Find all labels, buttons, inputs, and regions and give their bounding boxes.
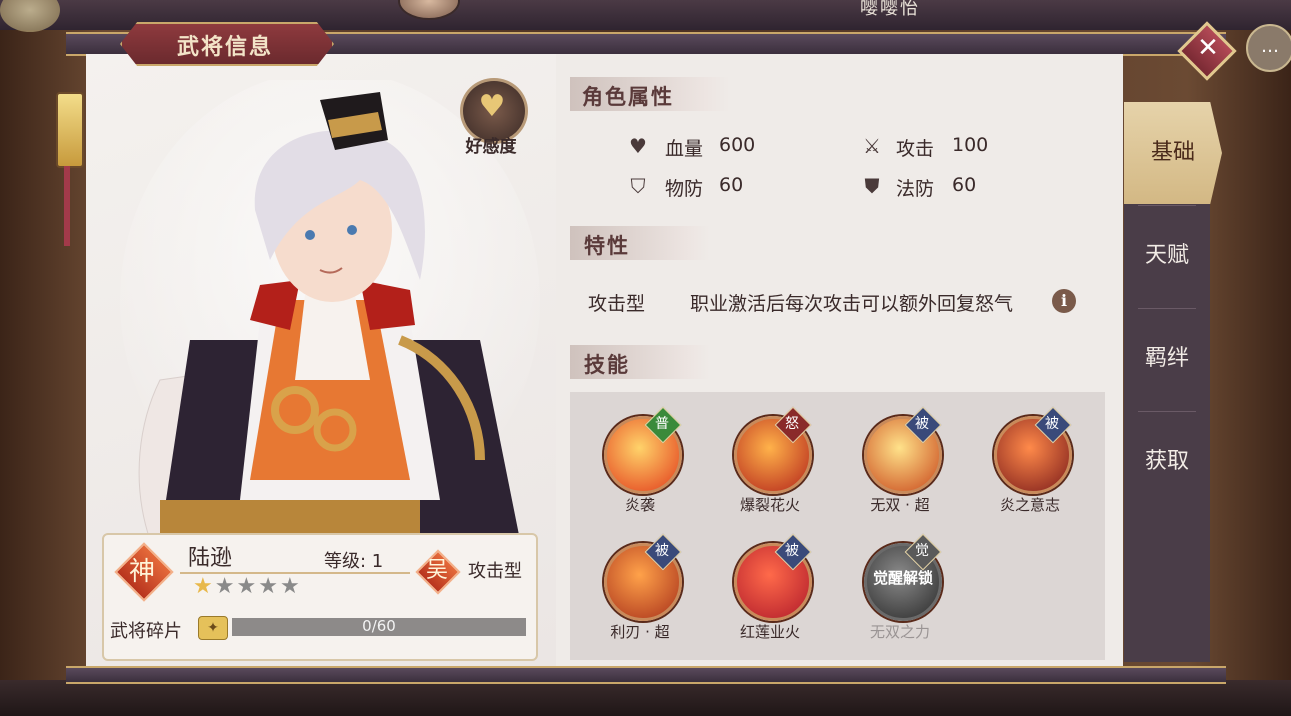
attr-value-mdef: 60 — [952, 174, 976, 196]
skill-type-text: 被 — [650, 540, 674, 560]
hero-level: 等级: 1 — [324, 547, 383, 573]
trait-name: 攻击型 — [588, 289, 645, 316]
attr-value-hp: 600 — [719, 134, 755, 156]
skill-item[interactable]: 被炎之意志 — [982, 416, 1078, 526]
skill-type-text: 被 — [1040, 413, 1064, 433]
skill-item[interactable]: 被红莲业火 — [722, 543, 818, 653]
star-empty-icon: ★ — [215, 574, 237, 599]
skill-item[interactable]: 被利刃 · 超 — [592, 543, 688, 653]
attributes-title: 角色属性 — [582, 81, 674, 111]
attr-label-hp: 血量 — [665, 134, 703, 161]
tab-divider — [1138, 411, 1196, 412]
star-filled-icon: ★ — [193, 574, 215, 599]
fragment-icon: ✦ — [198, 616, 228, 640]
bottom-strip — [0, 680, 1291, 716]
tab-0[interactable]: 基础 — [1124, 102, 1222, 204]
top-player-name: 嘤嘤怡 — [860, 0, 920, 20]
skill-name: 红莲业火 — [722, 621, 818, 642]
rank-char: 神 — [115, 551, 169, 588]
skill-name: 无双之力 — [852, 621, 948, 642]
hero-name: 陆逊 — [188, 540, 232, 572]
skill-type-text: 被 — [910, 413, 934, 433]
side-tabs: 基础天赋羁绊获取 — [1124, 102, 1210, 662]
skill-item[interactable]: 觉觉醒解锁无双之力 — [852, 543, 948, 653]
star-empty-icon: ★ — [280, 574, 302, 599]
favor-label: 好感度 — [452, 132, 530, 157]
skill-name: 无双 · 超 — [852, 494, 948, 515]
skill-type-text: 被 — [780, 540, 804, 560]
tab-3[interactable]: 获取 — [1124, 411, 1210, 513]
star-empty-icon: ★ — [258, 574, 280, 599]
star-rating: ★★★★★ — [193, 574, 302, 599]
hero-role-type: 攻击型 — [468, 557, 522, 583]
info-icon[interactable]: i — [1052, 289, 1076, 313]
skill-locked-overlay: 觉醒解锁 — [864, 567, 942, 588]
faction-char: 吴 — [410, 552, 464, 584]
shield-icon: ⛉ — [626, 174, 650, 198]
skill-item[interactable]: 怒爆裂花火 — [722, 416, 818, 526]
attr-label-pdef: 物防 — [665, 174, 703, 201]
attr-value-attack: 100 — [952, 134, 988, 156]
heart-icon: ♥ — [475, 90, 509, 124]
magic-shield-icon: ⛊ — [860, 174, 884, 198]
fragment-label: 武将碎片 — [110, 617, 182, 643]
skill-name: 炎袭 — [592, 494, 688, 515]
attr-label-attack: 攻击 — [896, 134, 934, 161]
skill-type-text: 普 — [650, 413, 674, 433]
tab-1[interactable]: 天赋 — [1124, 205, 1210, 307]
skills-grid: 普炎袭怒爆裂花火被无双 · 超被炎之意志被利刃 · 超被红莲业火觉觉醒解锁无双之… — [570, 392, 1105, 660]
tab-divider — [1138, 308, 1196, 309]
skill-item[interactable]: 被无双 · 超 — [852, 416, 948, 526]
skill-item[interactable]: 普炎袭 — [592, 416, 688, 526]
skill-name: 利刃 · 超 — [592, 621, 688, 642]
skill-type-text: 觉 — [910, 540, 934, 560]
close-icon[interactable]: ✕ — [1194, 33, 1222, 63]
attr-label-mdef: 法防 — [896, 174, 934, 201]
frame-bottom-border — [66, 666, 1226, 684]
chat-bubble-icon[interactable]: … — [1246, 24, 1291, 72]
heart-icon: ♥ — [626, 134, 650, 158]
sword-icon: ⚔ — [860, 134, 884, 158]
skill-name: 爆裂花火 — [722, 494, 818, 515]
tab-2[interactable]: 羁绊 — [1124, 308, 1210, 410]
page-title: 武将信息 — [150, 29, 300, 61]
trait-description: 职业激活后每次攻击可以额外回复怒气 — [690, 289, 1013, 316]
skills-title: 技能 — [584, 349, 630, 379]
star-empty-icon: ★ — [236, 574, 258, 599]
fragment-progress-text: 0/60 — [232, 617, 526, 635]
skill-type-text: 怒 — [780, 413, 804, 433]
trait-title: 特性 — [584, 230, 630, 260]
attr-value-pdef: 60 — [719, 174, 743, 196]
tab-divider — [1138, 205, 1196, 206]
skill-name: 炎之意志 — [982, 494, 1078, 515]
